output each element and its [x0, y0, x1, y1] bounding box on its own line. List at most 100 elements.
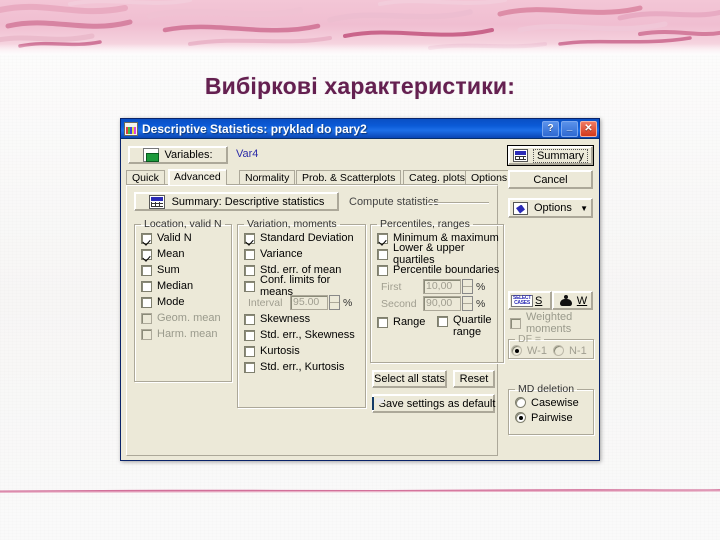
- checkbox-label-weighted-moments: Weighted moments: [526, 311, 573, 335]
- df-options-row: W-1 N-1: [509, 343, 593, 358]
- chevron-down-icon[interactable]: ▼: [580, 204, 588, 213]
- checkbox-variance[interactable]: Variance: [244, 246, 365, 262]
- checkbox-label-std-err-skewness: Std. err., Skewness: [260, 329, 355, 341]
- checkbox-label-valid-n: Valid N: [157, 232, 192, 244]
- checkbox-box-harm-mean: [141, 328, 152, 340]
- interval-unit: %: [343, 296, 353, 309]
- first-percentile-unit: %: [476, 280, 486, 293]
- checkbox-mean[interactable]: Mean: [141, 246, 231, 262]
- checkbox-lower-upper-quartiles[interactable]: Lower & upper quartiles: [377, 242, 503, 266]
- checkbox-mode[interactable]: Mode: [141, 294, 231, 310]
- weights-key: W: [576, 294, 588, 307]
- select-cases-button[interactable]: SELECT CASES S: [508, 291, 552, 310]
- second-percentile-input[interactable]: 90,00: [423, 296, 461, 311]
- checkbox-box-standard-deviation: [244, 232, 255, 244]
- checkbox-box-conf-limits-for-means: [244, 280, 255, 292]
- radio-label-df-n-minus-1: N-1: [568, 344, 587, 357]
- radio-pairwise[interactable]: Pairwise: [515, 410, 593, 425]
- weights-icon: [558, 295, 574, 306]
- minimize-button[interactable]: _: [561, 120, 578, 137]
- checkbox-box-std-err-kurtosis: [244, 361, 255, 373]
- variables-button-label: Variables:: [164, 149, 213, 161]
- checkbox-box-lower-upper-quartiles: [377, 248, 388, 260]
- close-button[interactable]: ✕: [580, 120, 597, 137]
- checkbox-geom-mean[interactable]: Geom. mean: [141, 310, 231, 326]
- radio-dot-pairwise: [515, 412, 526, 423]
- second-percentile-spinner[interactable]: [462, 296, 473, 311]
- checkbox-label-sum: Sum: [157, 264, 180, 276]
- checkbox-label-kurtosis: Kurtosis: [260, 345, 300, 357]
- selected-variable-label: Var4: [236, 148, 259, 160]
- checkbox-weighted-moments[interactable]: Weighted moments: [510, 311, 599, 335]
- checkbox-standard-deviation[interactable]: Standard Deviation: [244, 230, 365, 246]
- cancel-button[interactable]: Cancel: [508, 170, 593, 189]
- checkbox-percentile-boundaries[interactable]: Percentile boundaries: [377, 262, 503, 278]
- checkbox-box-variance: [244, 248, 255, 260]
- checkbox-label-harm-mean: Harm. mean: [157, 328, 218, 340]
- radio-df-w-minus-1[interactable]: W-1: [511, 343, 547, 358]
- select-cases-icon-line2: CASES: [514, 299, 530, 306]
- dialog-body: Variables: Var4 Quick Advanced Normality…: [121, 139, 599, 461]
- banner-fade: [0, 44, 720, 55]
- checkbox-skewness[interactable]: Skewness: [244, 311, 365, 327]
- group-variation-legend: Variation, moments: [247, 218, 337, 230]
- tab-prob-scatterplots[interactable]: Prob. & Scatterplots: [296, 170, 402, 185]
- statistica-app-icon: [124, 121, 138, 136]
- first-percentile-label: First: [381, 280, 402, 293]
- checkbox-label-median: Median: [157, 280, 194, 292]
- radio-casewise[interactable]: Casewise: [515, 395, 593, 410]
- radio-df-n-minus-1[interactable]: N-1: [552, 343, 587, 358]
- summary-button-label: Summary: [532, 148, 589, 163]
- compute-separator: [427, 202, 489, 204]
- checkbox-quartile-range[interactable]: Quartile range: [437, 314, 503, 338]
- checkbox-box-geom-mean: [141, 312, 152, 324]
- weights-button[interactable]: W: [552, 291, 593, 310]
- checkbox-median[interactable]: Median: [141, 278, 231, 294]
- checkbox-label-mode: Mode: [157, 296, 185, 308]
- interval-label: Interval: [248, 296, 283, 309]
- dialog-right-column: Summary Cancel Options ▼ SELECT CASES S: [502, 139, 599, 461]
- select-cases-weights-row: SELECT CASES S W: [508, 291, 593, 310]
- save-settings-as-default-button[interactable]: Save settings as default: [371, 394, 495, 413]
- variables-button[interactable]: Variables:: [128, 146, 228, 164]
- help-button[interactable]: ?: [542, 120, 559, 137]
- tab-quick[interactable]: Quick: [126, 170, 165, 185]
- page-title: Вибіркові характеристики:: [204, 73, 516, 100]
- second-percentile-label: Second: [381, 297, 417, 310]
- checkbox-std-err-kurtosis[interactable]: Std. err., Kurtosis: [244, 359, 365, 375]
- radio-label-casewise: Casewise: [531, 396, 579, 409]
- group-df: DF = W-1 N-1: [508, 333, 594, 359]
- options-button[interactable]: Options ▼: [508, 198, 593, 218]
- checkbox-std-err-skewness[interactable]: Std. err., Skewness: [244, 327, 365, 343]
- summary-descriptive-statistics-button[interactable]: Summary: Descriptive statistics: [134, 192, 339, 211]
- checkbox-harm-mean[interactable]: Harm. mean: [141, 326, 231, 342]
- checkbox-box-range: [377, 316, 388, 328]
- tab-strip: Quick Advanced Normality Prob. & Scatter…: [126, 169, 514, 185]
- checkbox-label-standard-deviation: Standard Deviation: [260, 232, 354, 244]
- checkbox-label-quartile-range: Quartile range: [453, 314, 492, 338]
- dialog-main-column: Variables: Var4 Quick Advanced Normality…: [121, 139, 514, 461]
- group-location-valid-n: Location, valid N Valid N Mean Sum Media…: [134, 218, 232, 382]
- tab-advanced[interactable]: Advanced: [168, 169, 227, 185]
- compute-statistics-label: Compute statistics: [349, 196, 439, 208]
- tab-categ-plots[interactable]: Categ. plots: [403, 170, 472, 185]
- checkbox-range[interactable]: Range: [377, 314, 435, 330]
- first-percentile-spinner[interactable]: [462, 279, 473, 294]
- checkbox-conf-limits-for-means[interactable]: Conf. limits for means: [244, 274, 365, 298]
- first-percentile-row: First 10,00 %: [381, 278, 503, 295]
- radio-dot-casewise: [515, 397, 526, 408]
- checkbox-label-percentile-boundaries: Percentile boundaries: [393, 264, 500, 276]
- radio-dot-df-w-minus-1: [511, 345, 522, 356]
- checkbox-kurtosis[interactable]: Kurtosis: [244, 343, 365, 359]
- checkbox-valid-n[interactable]: Valid N: [141, 230, 231, 246]
- reset-button[interactable]: Reset: [453, 370, 495, 388]
- select-all-stats-button[interactable]: Select all stats: [372, 370, 447, 388]
- radio-label-df-w-minus-1: W-1: [527, 344, 547, 357]
- summary-button[interactable]: Summary: [508, 146, 593, 165]
- group-percentiles-ranges: Percentiles, ranges Minimum & maximum Lo…: [370, 218, 504, 363]
- checkbox-sum[interactable]: Sum: [141, 262, 231, 278]
- tab-normality[interactable]: Normality: [239, 170, 296, 185]
- first-percentile-input[interactable]: 10,00: [423, 279, 461, 294]
- dialog-titlebar[interactable]: Descriptive Statistics: pryklad do pary2…: [121, 119, 599, 139]
- group-variation-moments: Variation, moments Standard Deviation Va…: [237, 218, 366, 408]
